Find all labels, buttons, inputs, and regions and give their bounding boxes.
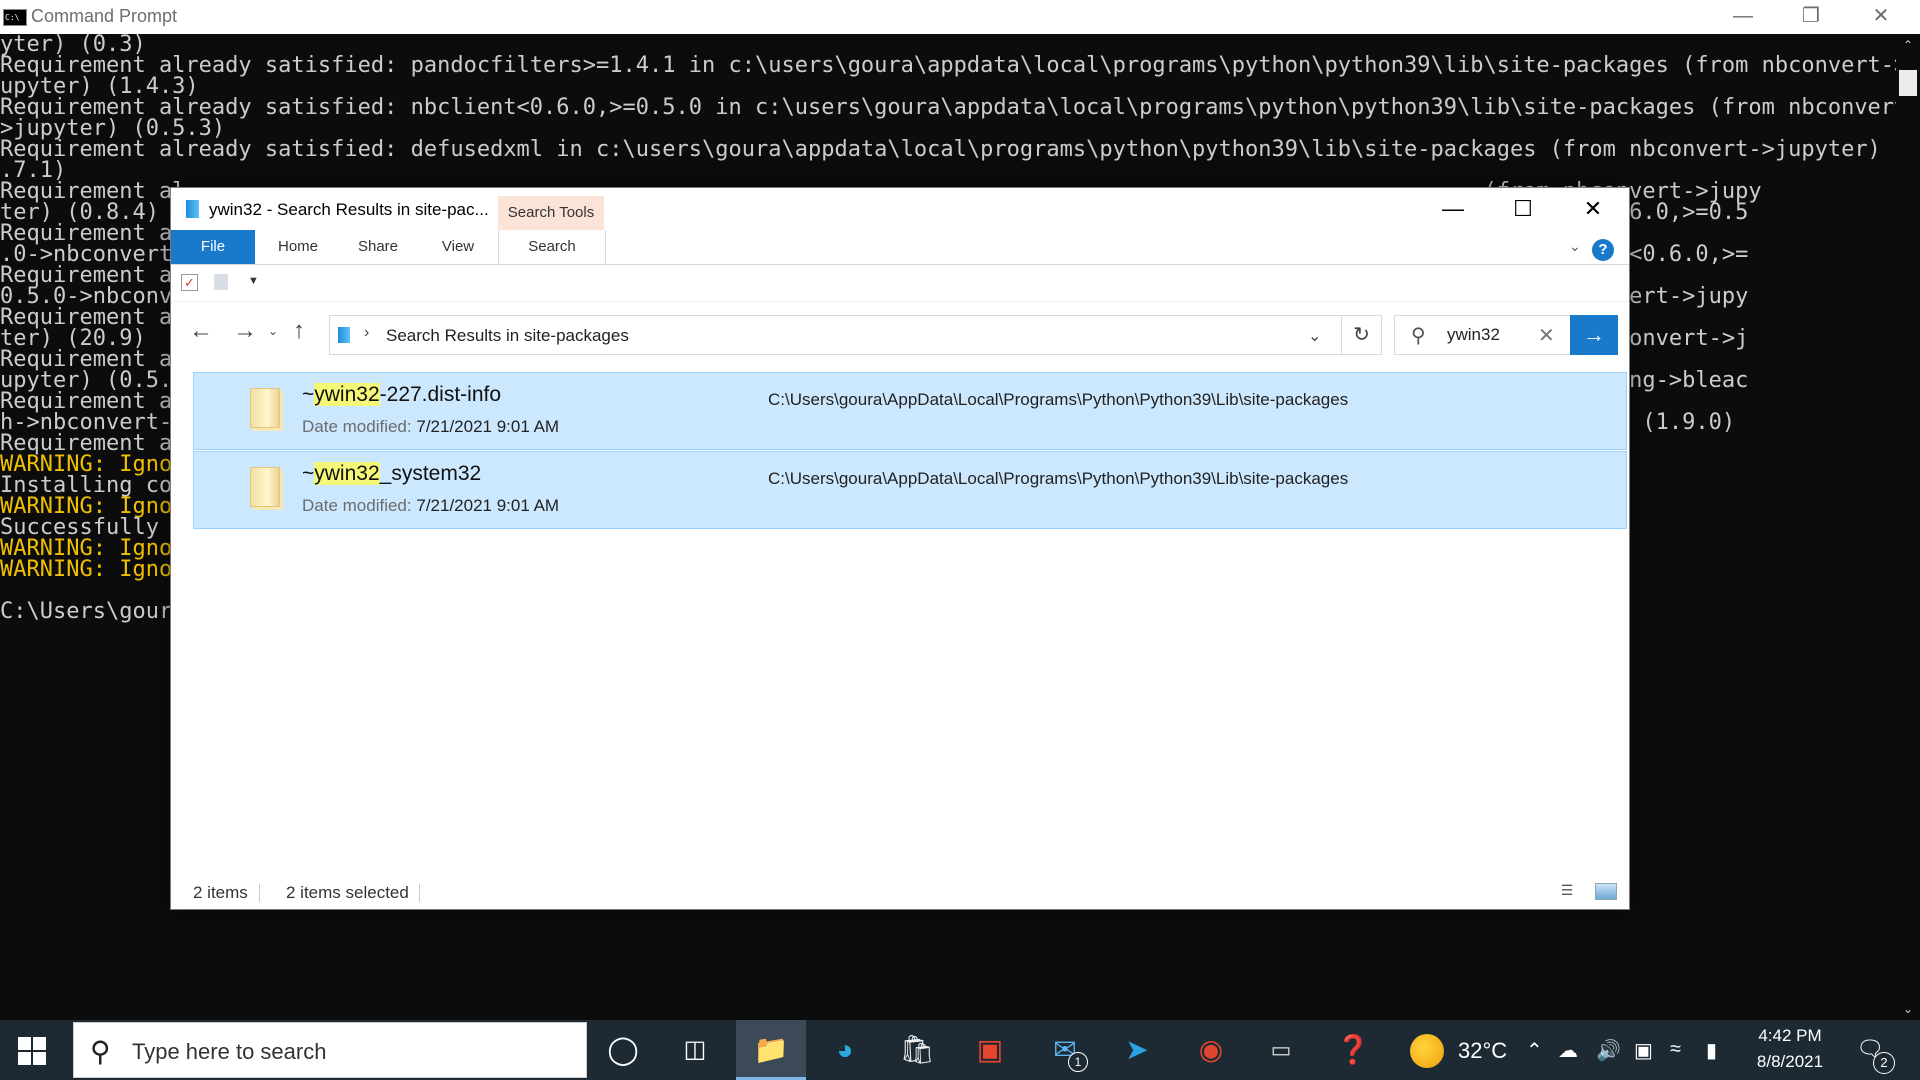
show-hidden-icons-icon[interactable]: ⌃ — [1526, 1038, 1543, 1063]
terminal-icon[interactable]: ▭ — [1246, 1020, 1316, 1080]
forward-icon[interactable]: → — [228, 313, 262, 349]
cmd-line: yter) (0.3) — [0, 34, 146, 57]
item-path: C:\Users\goura\AppData\Local\Programs\Py… — [768, 469, 1349, 488]
status-bar: 2 items 2 items selected ☰ — [171, 876, 1629, 909]
cmd-titlebar[interactable]: C:\ Command Prompt — ❐ ✕ — [0, 0, 1920, 34]
file-explorer-taskbar-icon[interactable]: 📁 — [736, 1020, 806, 1080]
edge-icon[interactable]: ◕ — [810, 1020, 880, 1080]
weather-icon[interactable] — [1410, 1034, 1444, 1068]
restore-icon[interactable]: ❐ — [1782, 0, 1840, 34]
maximize-icon[interactable]: ☐ — [1488, 188, 1558, 230]
clock-time[interactable]: 4:42 PM — [1752, 1026, 1828, 1046]
item-path: C:\Users\goura\AppData\Local\Programs\Py… — [768, 390, 1349, 409]
file-explorer-window[interactable]: ywin32 - Search Results in site-pac... S… — [171, 188, 1629, 909]
cmd-line: upyter) (1.4.3) — [0, 74, 199, 99]
tab-view[interactable]: View — [423, 230, 493, 264]
search-go-button[interactable]: → — [1570, 315, 1618, 355]
taskbar-search[interactable]: ⚲ Type here to search — [73, 1022, 587, 1078]
customize-toolbar-icon[interactable]: ▼ — [248, 275, 259, 287]
windows-start-icon[interactable] — [18, 1037, 46, 1065]
quick-access-toolbar: ✓ ▼ — [171, 265, 1629, 302]
close-icon[interactable]: ✕ — [1852, 0, 1910, 34]
folder-icon — [250, 388, 280, 428]
navigation-bar: ← → ⌄ ↑ › Search Results in site-package… — [171, 301, 1629, 361]
address-text: Search Results in site-packages — [386, 326, 629, 345]
scroll-down-icon[interactable]: ⌄ — [1896, 998, 1920, 1020]
cmd-line: Requirement already satisfied: nbclient<… — [0, 95, 1896, 120]
taskbar: ⚲ Type here to search ◯ ◫ 📁 ◕ 🛍 ▣ ✉ 1 ➤ ◉… — [0, 1020, 1920, 1080]
tab-file[interactable]: File — [171, 230, 255, 264]
volume-icon[interactable]: 🔊 — [1596, 1038, 1621, 1063]
notification-badge: 2 — [1873, 1052, 1895, 1074]
store-icon[interactable]: 🛍 — [882, 1020, 952, 1080]
tab-home[interactable]: Home — [263, 230, 333, 264]
cortana-icon[interactable]: ◯ — [588, 1020, 658, 1080]
large-icons-view-icon[interactable] — [1595, 883, 1617, 900]
close-icon[interactable]: ✕ — [1558, 188, 1628, 230]
onedrive-icon[interactable]: ☁ — [1558, 1038, 1578, 1063]
folder-icon — [250, 467, 280, 507]
help-icon[interactable]: ? — [1592, 239, 1614, 261]
battery-icon[interactable]: ▮ — [1706, 1038, 1717, 1063]
clear-search-icon[interactable]: ✕ — [1538, 323, 1555, 348]
taskbar-search-placeholder: Type here to search — [132, 1039, 327, 1064]
cmd-scrollbar[interactable]: ⌃ ⌄ — [1896, 34, 1920, 1020]
status-divider — [419, 884, 420, 902]
meet-now-icon[interactable]: ▣ — [1634, 1038, 1653, 1063]
new-folder-icon[interactable] — [214, 274, 228, 290]
scroll-up-icon[interactable]: ⌃ — [1896, 34, 1920, 56]
search-results-icon — [338, 327, 350, 343]
cmd-line: Requirement already satisfied: pandocfil… — [0, 53, 1896, 78]
chrome-icon[interactable]: ◉ — [1176, 1020, 1246, 1080]
item-name: ~ywin32-227.dist-info — [302, 383, 502, 406]
expand-ribbon-icon[interactable]: ⌄ — [1569, 238, 1581, 255]
search-box[interactable]: ⚲ ✕ — [1394, 315, 1572, 355]
tab-search[interactable]: Search — [498, 230, 606, 264]
explorer-titlebar[interactable]: ywin32 - Search Results in site-pac... S… — [171, 188, 1629, 230]
item-date: Date modified: 7/21/2021 9:01 AM — [302, 417, 560, 436]
tab-share[interactable]: Share — [343, 230, 413, 264]
ribbon-tabs: File Home Share View Search — [171, 230, 1629, 265]
mail-badge: 1 — [1068, 1052, 1088, 1072]
context-tab-search-tools: Search Tools — [498, 196, 604, 230]
item-name: ~ywin32_system32 — [302, 462, 482, 485]
search-icon: ⚲ — [90, 1036, 111, 1067]
results-list: ~ywin32-227.dist-info Date modified: 7/2… — [193, 372, 1629, 530]
address-bar[interactable]: › Search Results in site-packages ⌄ — [329, 315, 1342, 355]
status-divider — [259, 884, 260, 902]
search-icon: ⚲ — [1411, 325, 1426, 347]
task-view-icon[interactable]: ◫ — [660, 1020, 730, 1080]
cmd-line: Requirement already satisfied: defusedxm… — [0, 137, 1896, 162]
folder-window-icon — [186, 200, 199, 218]
minimize-icon[interactable]: — — [1418, 188, 1488, 230]
up-icon[interactable]: ↑ — [282, 313, 316, 349]
scroll-thumb[interactable] — [1899, 70, 1917, 96]
list-item[interactable]: ~ywin32-227.dist-info Date modified: 7/2… — [193, 372, 1627, 450]
refresh-icon[interactable]: ↻ — [1342, 315, 1382, 355]
mail-icon[interactable]: ✉ 1 — [1030, 1020, 1100, 1080]
temperature[interactable]: 32°C — [1458, 1038, 1507, 1064]
window-title: ywin32 - Search Results in site-pac... — [209, 200, 489, 219]
properties-icon[interactable]: ✓ — [181, 274, 198, 291]
selected-count: 2 items selected — [286, 883, 409, 902]
clock-date[interactable]: 8/8/2021 — [1752, 1052, 1828, 1072]
back-icon[interactable]: ← — [184, 313, 218, 349]
list-item[interactable]: ~ywin32_system32 Date modified: 7/21/202… — [193, 451, 1627, 529]
help-app-icon[interactable]: ❓ — [1318, 1020, 1388, 1080]
minimize-icon[interactable]: — — [1714, 0, 1772, 34]
cmd-title: Command Prompt — [31, 6, 178, 26]
cmd-icon: C:\ — [3, 9, 27, 26]
office-icon[interactable]: ▣ — [955, 1020, 1025, 1080]
telegram-icon[interactable]: ➤ — [1102, 1020, 1172, 1080]
cmd-line: .7.1) — [0, 158, 67, 183]
chevron-down-icon[interactable]: ⌄ — [1308, 326, 1321, 346]
details-view-icon[interactable]: ☰ — [1557, 881, 1577, 899]
item-count: 2 items — [193, 883, 248, 902]
wifi-icon[interactable]: ≈ — [1670, 1038, 1681, 1061]
search-input[interactable] — [1445, 324, 1529, 346]
item-date: Date modified: 7/21/2021 9:01 AM — [302, 496, 560, 515]
recent-locations-icon[interactable]: ⌄ — [263, 313, 283, 349]
chevron-right-icon[interactable]: › — [364, 324, 369, 342]
cmd-line: >jupyter) (0.5.3) — [0, 116, 226, 141]
